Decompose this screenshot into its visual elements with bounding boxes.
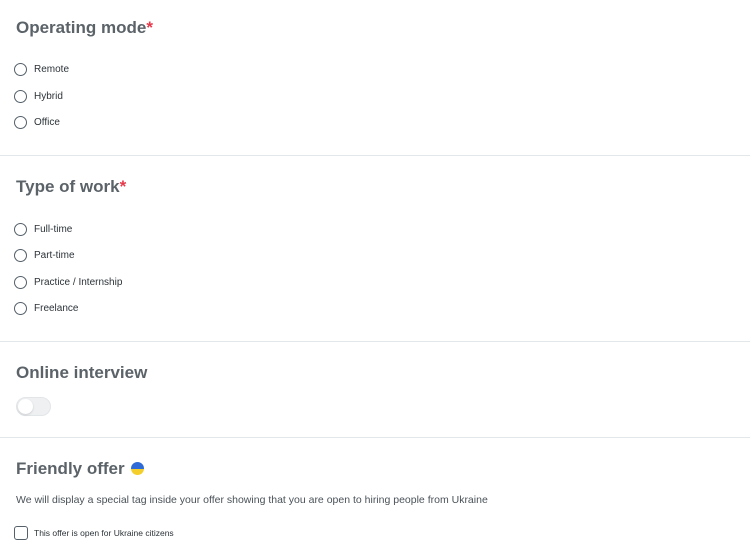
toggle-knob <box>18 399 33 414</box>
operating-mode-heading: Operating mode* <box>16 18 153 38</box>
radio-option-hybrid[interactable]: Hybrid <box>14 88 63 104</box>
online-interview-toggle[interactable] <box>16 397 51 416</box>
radio-label: Practice / Internship <box>34 276 123 288</box>
radio-option-remote[interactable]: Remote <box>14 61 69 77</box>
section-divider <box>0 341 750 342</box>
section-divider <box>0 437 750 438</box>
radio-option-office[interactable]: Office <box>14 114 60 130</box>
radio-label: Remote <box>34 63 70 75</box>
radio-button[interactable] <box>14 248 27 262</box>
radio-label: Part-time <box>34 249 75 261</box>
radio-button[interactable] <box>14 275 27 289</box>
radio-label: Office <box>34 116 60 128</box>
radio-button[interactable] <box>14 89 27 103</box>
type-of-work-title: Type of work <box>16 177 120 196</box>
checkbox-label: This offer is open for Ukraine citizens <box>34 528 174 538</box>
radio-button[interactable] <box>14 301 27 315</box>
radio-button[interactable] <box>14 115 27 129</box>
section-divider <box>0 155 750 156</box>
radio-label: Full-time <box>34 223 73 235</box>
friendly-offer-heading: Friendly offer <box>16 459 144 479</box>
radio-option-full-time[interactable]: Full-time <box>14 221 72 237</box>
ukraine-flag-icon <box>130 462 144 475</box>
type-of-work-heading: Type of work* <box>16 177 126 197</box>
ukraine-citizens-checkbox[interactable] <box>14 526 28 540</box>
friendly-offer-title: Friendly offer <box>16 459 125 478</box>
radio-option-freelance[interactable]: Freelance <box>14 300 78 316</box>
operating-mode-title: Operating mode <box>16 18 147 37</box>
required-asterisk: * <box>119 177 127 196</box>
online-interview-heading: Online interview <box>16 363 147 383</box>
radio-option-part-time[interactable]: Part-time <box>14 247 75 263</box>
radio-option-internship[interactable]: Practice / Internship <box>14 274 122 290</box>
radio-label: Freelance <box>34 302 79 314</box>
radio-label: Hybrid <box>34 90 63 102</box>
online-interview-title: Online interview <box>16 363 148 382</box>
radio-button[interactable] <box>14 62 27 76</box>
friendly-offer-description: We will display a special tag inside you… <box>16 494 488 506</box>
ukraine-citizens-checkbox-row[interactable]: This offer is open for Ukraine citizens <box>14 525 174 541</box>
radio-button[interactable] <box>14 222 27 236</box>
required-asterisk: * <box>146 18 153 37</box>
